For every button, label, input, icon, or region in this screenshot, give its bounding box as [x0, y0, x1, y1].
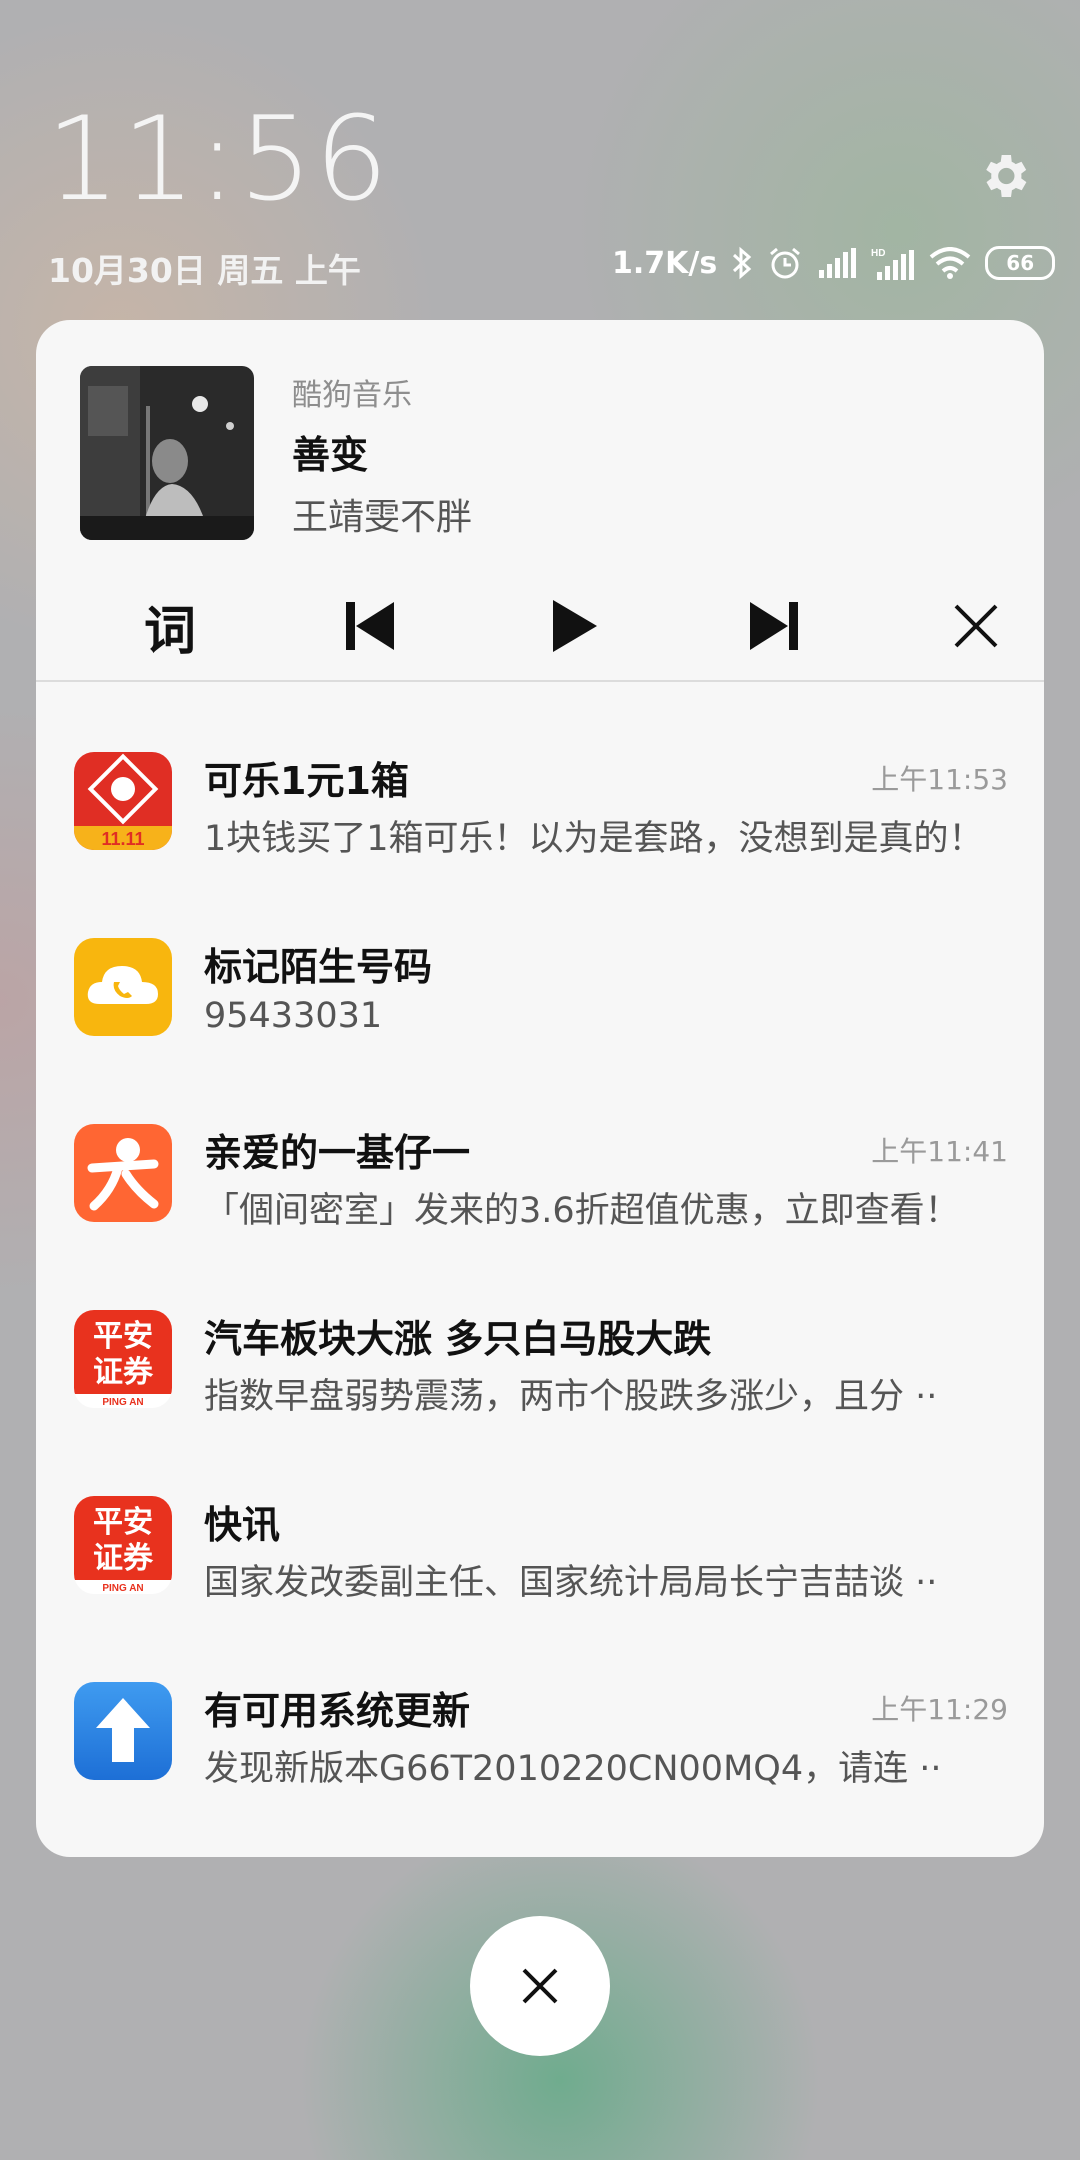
close-icon — [954, 604, 998, 648]
notification-text: 1块钱买了1箱可乐！以为是套路，没想到是真的！ — [204, 819, 984, 859]
notification-text: 发现新版本G66T2010220CN00MQ4，请连 ·· — [204, 1749, 942, 1789]
notification-text: 「個间密室」发来的3.6折超值优惠，立即查看！ — [204, 1191, 960, 1231]
notification-item[interactable]: 平安 证券 PING AN 汽车板块大涨 多只白马股大跌 指数早盘弱势震荡，两市… — [36, 1280, 1044, 1466]
previous-button[interactable] — [320, 576, 420, 676]
pingan-footer: PING AN — [102, 1397, 143, 1408]
notification-item[interactable]: 标记陌生号码 95433031 — [36, 908, 1044, 1094]
album-art — [80, 366, 254, 540]
close-icon — [522, 1968, 558, 2004]
notification-title: 可乐1元1箱 — [204, 759, 409, 803]
notification-text: 95433031 — [204, 996, 383, 1036]
music-player[interactable]: 酷狗音乐 善变 王靖雯不胖 词 — [36, 320, 1044, 682]
notification-title: 标记陌生号码 — [204, 945, 433, 989]
system-icons: 1.7K/s HD 66 — [612, 242, 1056, 284]
play-button[interactable] — [524, 576, 624, 676]
lyrics-label: 词 — [143, 601, 196, 662]
pingan-text-bottom: 证券 — [93, 1541, 154, 1576]
notification-title: 快讯 — [204, 1503, 281, 1547]
pingan-text-top: 平安 — [93, 1319, 153, 1354]
song-artist: 王靖雯不胖 — [292, 497, 473, 538]
pinduoduo-badge: 11.11 — [101, 829, 144, 849]
notification-time: 上午11:53 — [871, 763, 1008, 796]
status-area: 11:56 10月30日 周五 上午 1.7K/s HD 66 — [0, 0, 1080, 320]
notification-time: 上午11:29 — [871, 1693, 1008, 1726]
notification-title: 亲爱的一基仔一 — [204, 1131, 471, 1175]
hd-signal-icon: HD — [871, 246, 915, 280]
dianping-icon — [74, 1124, 172, 1222]
battery-icon: 66 — [985, 246, 1056, 280]
notification-title: 有可用系统更新 — [204, 1689, 471, 1733]
next-button[interactable] — [724, 576, 824, 676]
notification-text: 指数早盘弱势震荡，两市个股跌多涨少，且分 ·· — [204, 1377, 938, 1417]
pingan-text-top: 平安 — [93, 1505, 153, 1540]
clock[interactable]: 11:56 — [46, 102, 390, 218]
pingan-text-bottom: 证券 — [93, 1355, 154, 1390]
pingan-footer: PING AN — [102, 1583, 143, 1594]
notification-title: 汽车板块大涨 多只白马股大跌 — [204, 1317, 712, 1361]
wifi-icon — [929, 247, 971, 279]
pingan-icon: 平安 证券 PING AN — [74, 1496, 172, 1594]
notification-item[interactable]: 亲爱的一基仔一 上午11:41 「個间密室」发来的3.6折超值优惠，立即查看！ — [36, 1094, 1044, 1280]
svg-text:HD: HD — [871, 248, 885, 259]
next-icon — [750, 602, 798, 650]
clear-all-button[interactable] — [470, 1916, 610, 2056]
notification-text: 国家发改委副主任、国家统计局局长宁吉喆谈 ·· — [204, 1563, 938, 1603]
pingan-icon: 平安 证券 PING AN — [74, 1310, 172, 1408]
gear-icon[interactable] — [976, 148, 1032, 204]
cloud-phone-icon — [74, 938, 172, 1036]
signal-icon — [817, 248, 857, 278]
network-speed: 1.7K/s — [612, 245, 718, 281]
music-close-button[interactable] — [926, 576, 1026, 676]
lyrics-button[interactable]: 词 — [120, 576, 220, 676]
notification-item[interactable]: 平安 证券 PING AN 快讯 国家发改委副主任、国家统计局局长宁吉喆谈 ·· — [36, 1466, 1044, 1652]
pinduoduo-icon: 11.11 — [74, 752, 172, 850]
notification-item[interactable]: 11.11 可乐1元1箱 上午11:53 1块钱买了1箱可乐！以为是套路，没想到… — [36, 722, 1044, 908]
notification-time: 上午11:41 — [871, 1135, 1008, 1168]
system-update-icon — [74, 1682, 172, 1780]
music-app-name: 酷狗音乐 — [292, 378, 412, 413]
previous-icon — [346, 602, 394, 650]
alarm-icon — [767, 245, 803, 281]
notification-panel: 酷狗音乐 善变 王靖雯不胖 词 11.11 可乐1元1箱 上午11:53 1块钱… — [36, 320, 1044, 1857]
song-title: 善变 — [292, 433, 369, 477]
bluetooth-icon — [731, 246, 753, 280]
date[interactable]: 10月30日 周五 上午 — [48, 244, 361, 292]
music-controls: 词 — [36, 576, 1044, 680]
notification-item[interactable]: 有可用系统更新 上午11:29 发现新版本G66T2010220CN00MQ4，… — [36, 1652, 1044, 1838]
play-icon — [553, 600, 597, 652]
